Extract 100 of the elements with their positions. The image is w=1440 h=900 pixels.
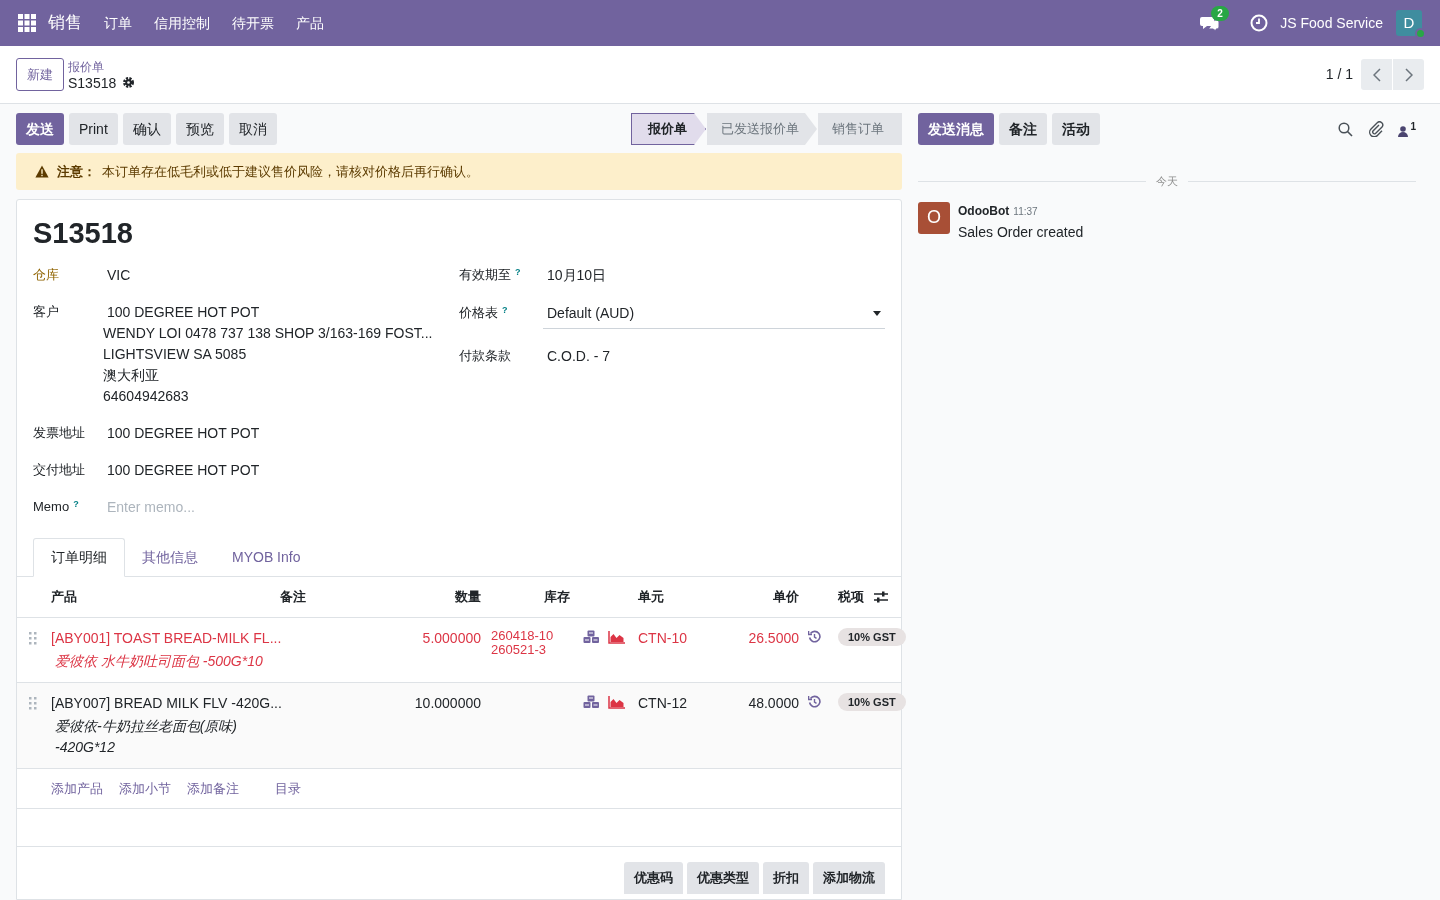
previous-button[interactable] (1361, 59, 1392, 90)
tax-tag[interactable]: 10% GST (838, 693, 906, 711)
area-chart-icon (608, 630, 625, 644)
tax-tag[interactable]: 10% GST (838, 628, 906, 646)
company-name[interactable]: JS Food Service (1280, 12, 1383, 34)
action-button[interactable]: 预览 (175, 113, 224, 145)
field-value[interactable]: 100 DEGREE HOT POT (107, 423, 260, 444)
action-button[interactable]: 发送 (16, 113, 64, 145)
product-description: 爱彼依 水牛奶吐司面包 -500G*10 (55, 652, 264, 671)
action-button[interactable]: 取消 (228, 113, 277, 145)
product-description: -420G*12 (55, 738, 116, 757)
field-label: 客户 (33, 304, 59, 319)
chevron-left-icon (1372, 67, 1381, 82)
price-cell[interactable]: 48.0000 (748, 693, 799, 714)
menu-item[interactable]: 订单 (104, 12, 132, 34)
adjust-icon (874, 591, 888, 603)
add-line-link[interactable]: 添加备注 (187, 778, 239, 799)
paperclip-icon (1368, 121, 1385, 137)
add-line-link[interactable]: 目录 (275, 778, 301, 799)
memo-field[interactable]: Enter memo... (107, 497, 407, 518)
price-cell[interactable]: 26.5000 (748, 628, 799, 649)
message-time: 11:37 (1013, 204, 1038, 219)
status-stage[interactable]: 已发送报价单 (707, 113, 817, 145)
search-icon (1338, 121, 1354, 137)
field-value[interactable]: VIC (107, 265, 131, 286)
chevron-right-icon (1404, 67, 1413, 82)
footer-button[interactable]: 优惠码 (624, 862, 683, 894)
apps-icon[interactable] (18, 14, 36, 32)
field-label: 价格表 (459, 305, 498, 320)
caret-icon (873, 311, 881, 316)
next-button[interactable] (1393, 59, 1424, 90)
add-line-link[interactable]: 添加小节 (119, 778, 171, 799)
unit-cell[interactable]: CTN-12 (638, 693, 687, 714)
menu-item[interactable]: 产品 (296, 12, 324, 34)
field-value[interactable]: 10月10日 (543, 265, 607, 286)
chatter-button[interactable]: 备注 (999, 113, 1047, 145)
field-label: 有效期至 (459, 267, 511, 282)
field-value[interactable]: 100 DEGREE HOT POT (107, 302, 433, 323)
new-button[interactable]: 新建 (16, 58, 64, 91)
column-header[interactable]: 单价 (773, 587, 799, 607)
chatter-button[interactable]: 活动 (1052, 113, 1100, 145)
status-stage[interactable]: 报价单 (631, 113, 706, 145)
menu-item[interactable]: 待开票 (232, 12, 274, 34)
field-label: 交付地址 (33, 462, 85, 477)
action-button[interactable]: Print (69, 113, 118, 145)
history-icon (808, 695, 821, 708)
chatter-button[interactable]: 发送消息 (918, 113, 994, 145)
user-avatar[interactable]: D (1396, 10, 1422, 36)
tab[interactable]: 其他信息 (125, 538, 215, 577)
column-header[interactable]: 备注 (280, 587, 306, 607)
warning-icon (35, 165, 49, 178)
address-line: WENDY LOI 0478 737 138 SHOP 3/163-169 FOST... (103, 324, 433, 343)
field-label: 发票地址 (33, 425, 85, 440)
address-line: 64604942683 (103, 387, 190, 406)
menu-item[interactable]: 信用控制 (154, 12, 210, 34)
author-avatar[interactable]: O (918, 201, 950, 234)
alert-title: 注意： (57, 162, 96, 181)
address-line: LIGHTSVIEW SA 5085 (103, 345, 248, 364)
alert-message: 本订单存在低毛利或低于建议售价风险，请核对价格后再行确认。 (102, 162, 479, 181)
footer-button[interactable]: 折扣 (763, 862, 809, 894)
gear-icon (122, 76, 136, 89)
address-line: 澳大利亚 (103, 366, 160, 385)
follower-count[interactable]: 1 (1410, 118, 1416, 134)
drag-handle-icon (29, 697, 37, 710)
quantity-cell[interactable]: 5.000000 (422, 628, 481, 649)
column-header[interactable]: 产品 (51, 587, 77, 607)
product-description: 爱彼依-牛奶拉丝老面包(原味) (55, 717, 238, 736)
footer-button[interactable]: 添加物流 (813, 862, 885, 894)
column-header[interactable]: 库存 (544, 587, 570, 607)
help-mark[interactable]: ? (515, 266, 521, 277)
breadcrumb-link[interactable]: 报价单 (68, 58, 136, 75)
field-label: 付款条款 (459, 348, 511, 363)
help-mark[interactable]: ? (73, 498, 79, 509)
status-stage[interactable]: 销售订单 (818, 113, 902, 145)
add-line-link[interactable]: 添加产品 (51, 778, 103, 799)
field-label: 仓库 (33, 267, 59, 282)
help-mark[interactable]: ? (502, 304, 508, 315)
record-name: S13518 (68, 74, 117, 91)
app-name[interactable]: 销售 (48, 10, 82, 36)
field-label: Memo (33, 499, 70, 514)
stock-lot: 260418-10 (491, 629, 555, 643)
footer-button[interactable]: 优惠类型 (687, 862, 759, 894)
column-header[interactable]: 单元 (638, 587, 664, 607)
quantity-cell[interactable]: 10.000000 (414, 693, 481, 714)
field-value[interactable]: 100 DEGREE HOT POT (107, 460, 260, 481)
column-header[interactable]: 数量 (455, 587, 481, 607)
unit-cell[interactable]: CTN-10 (638, 628, 687, 649)
action-button[interactable]: 确认 (122, 113, 171, 145)
boxes-icon (583, 630, 600, 644)
tab[interactable]: 订单明细 (33, 538, 125, 577)
column-header[interactable]: 税项 (838, 587, 864, 607)
product-cell[interactable]: [ABY001] TOAST BREAD-MILK FL... (51, 628, 290, 649)
product-cell[interactable]: [ABY007] BREAD MILK FLV -420G... (51, 693, 290, 714)
drag-handle-icon (29, 632, 37, 645)
message-author[interactable]: OdooBot (958, 201, 1010, 220)
tab[interactable]: MYOB Info (215, 538, 318, 577)
notification-badge: 2 (1211, 6, 1229, 21)
field-value[interactable]: C.O.D. - 7 (543, 346, 610, 367)
pricelist-select[interactable]: Default (AUD) (543, 303, 885, 329)
date-separator: 今天 (1156, 174, 1178, 189)
